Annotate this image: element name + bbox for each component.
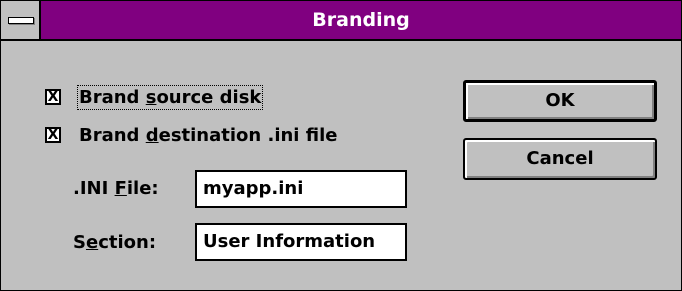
ini-file-label: .INI File: [73, 176, 159, 202]
brand-source-disk-checkbox[interactable]: X [45, 89, 61, 105]
brand-destination-ini-option[interactable]: X Brand destination .ini file [45, 123, 337, 147]
brand-source-disk-label[interactable]: Brand source disk [76, 84, 264, 110]
label-accelerator: F [114, 178, 127, 199]
section-input[interactable]: User Information [195, 223, 407, 261]
brand-destination-ini-checkbox[interactable]: X [45, 127, 61, 143]
brand-destination-ini-label[interactable]: Brand destination .ini file [79, 125, 337, 146]
branding-dialog: Branding X Brand source disk X Brand des… [0, 0, 682, 291]
label-text: ource disk [156, 86, 262, 108]
label-text: ile: [126, 178, 159, 199]
title-bar: Branding [1, 1, 681, 41]
label-text: ction: [98, 232, 157, 253]
label-accelerator: s [145, 86, 157, 108]
label-text: S [73, 232, 86, 253]
ini-file-input[interactable]: myapp.ini [195, 170, 407, 208]
cancel-button[interactable]: Cancel [463, 138, 657, 180]
label-accelerator: e [85, 232, 99, 253]
label-accelerator: d [145, 124, 159, 146]
ok-button[interactable]: OK [463, 80, 657, 122]
check-mark-icon: X [47, 89, 59, 105]
label-text: Brand [79, 124, 146, 146]
label-text: .INI [73, 178, 115, 199]
dialog-title: Branding [312, 9, 410, 31]
brand-source-disk-option[interactable]: X Brand source disk [45, 84, 264, 110]
label-text: Brand [79, 86, 146, 108]
system-menu-icon[interactable] [1, 1, 41, 39]
system-menu-bar [8, 17, 34, 24]
section-label: Section: [73, 230, 156, 256]
label-text: estination .ini file [158, 124, 338, 146]
check-mark-icon: X [47, 127, 59, 143]
